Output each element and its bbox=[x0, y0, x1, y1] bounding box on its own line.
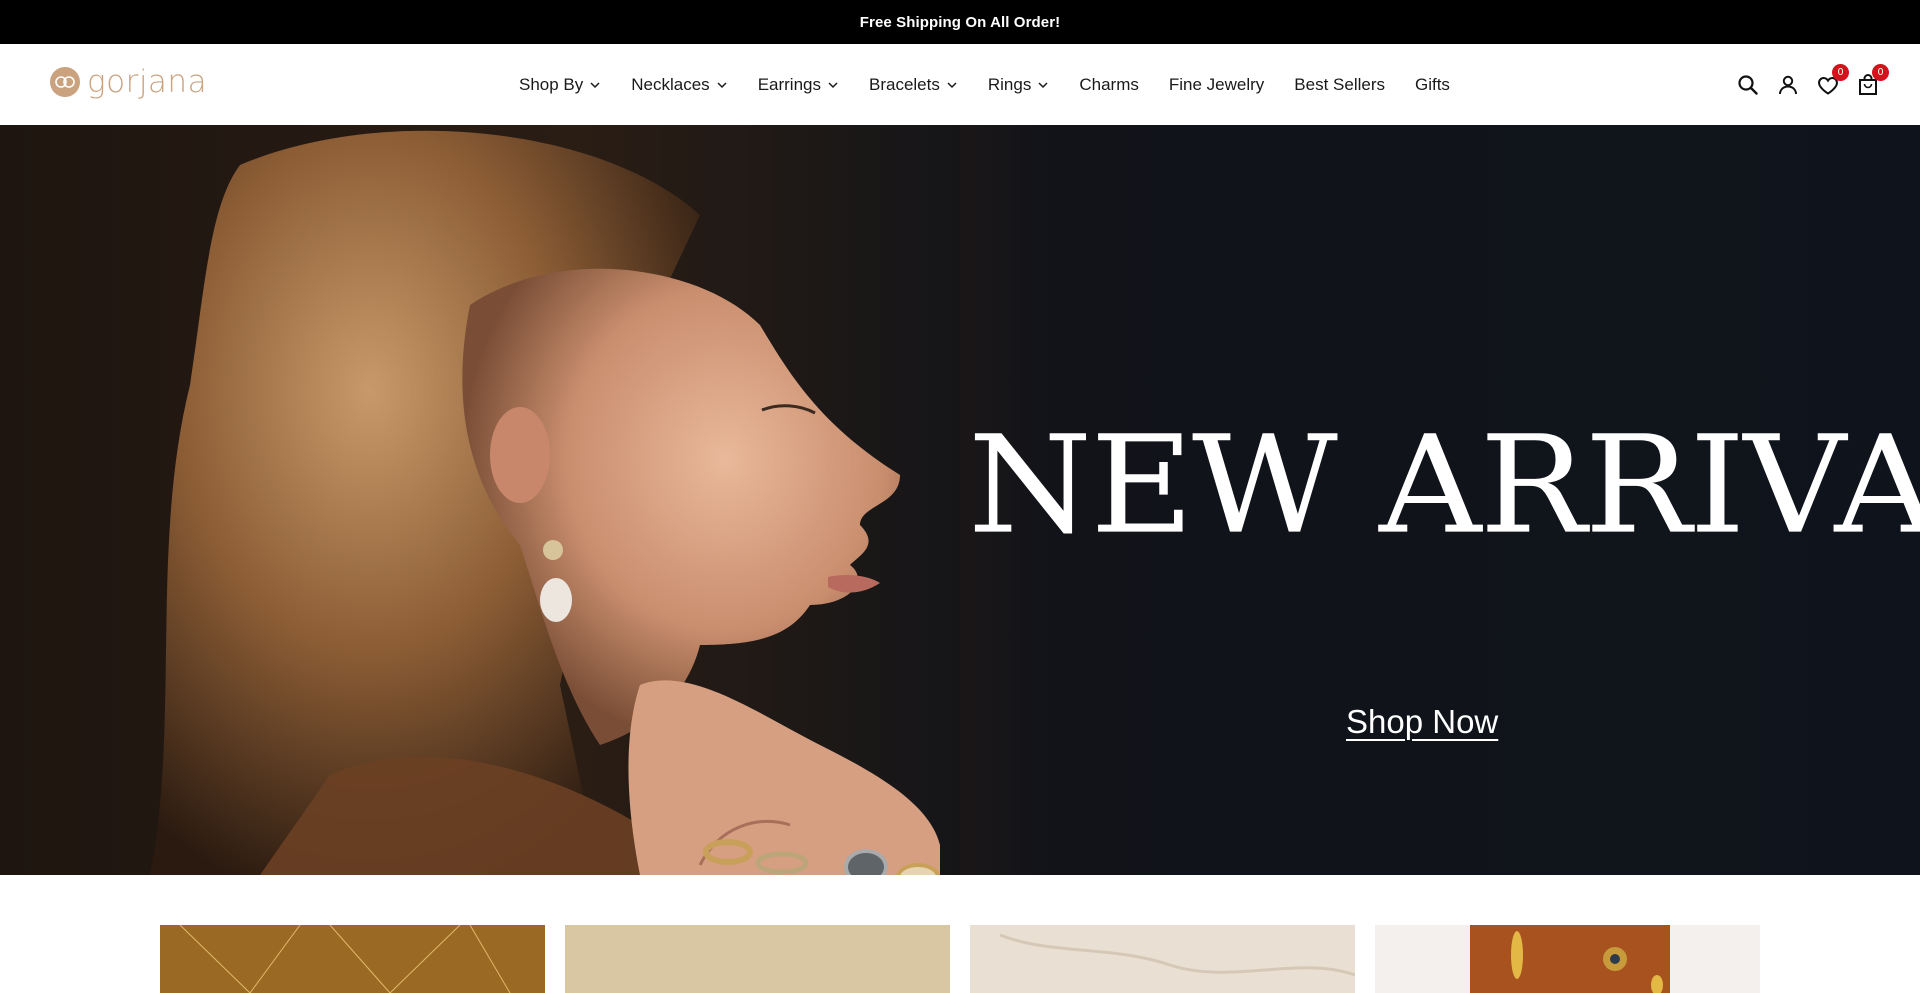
chevron-down-icon bbox=[1038, 81, 1048, 88]
search-button[interactable] bbox=[1736, 73, 1760, 97]
nav-label: Gifts bbox=[1414, 74, 1450, 94]
brand-logo[interactable]: gorjana bbox=[49, 66, 207, 98]
category-tiles bbox=[160, 925, 1760, 993]
announcement-text: Free Shipping On All Order! bbox=[859, 13, 1061, 31]
nav-item-gifts[interactable]: Gifts bbox=[1415, 75, 1450, 95]
nav-label: Fine Jewelry bbox=[1168, 74, 1265, 94]
hero-model-image bbox=[0, 125, 960, 875]
chevron-down-icon bbox=[828, 81, 838, 88]
nav-item-earrings[interactable]: Earrings bbox=[758, 75, 839, 95]
brand-name: gorjana bbox=[87, 63, 208, 100]
nav-item-rings[interactable]: Rings bbox=[988, 75, 1049, 95]
ring-image bbox=[1375, 925, 1760, 993]
nav-item-shop-by[interactable]: Shop By bbox=[519, 75, 601, 95]
nav-label: Shop By bbox=[519, 74, 584, 94]
shop-now-link[interactable]: Shop Now bbox=[1346, 703, 1498, 741]
nav-item-necklaces[interactable]: Necklaces bbox=[631, 75, 727, 95]
hero-banner[interactable]: NEW ARRIVALS Shop Now bbox=[0, 125, 1920, 875]
nav-label: Rings bbox=[987, 74, 1032, 94]
header-actions: 0 0 bbox=[1736, 44, 1889, 125]
nav-label: Earrings bbox=[757, 74, 821, 94]
logo-mark-icon bbox=[50, 67, 80, 97]
chevron-down-icon bbox=[947, 81, 957, 88]
wishlist-count-badge: 0 bbox=[1832, 63, 1849, 81]
nav-label: Necklaces bbox=[631, 74, 710, 94]
hero-headline: NEW ARRIVALS bbox=[968, 407, 1920, 564]
wishlist-button[interactable]: 0 bbox=[1816, 63, 1849, 97]
nav-label: Charms bbox=[1079, 74, 1139, 94]
account-button[interactable] bbox=[1776, 73, 1800, 97]
announcement-bar: Free Shipping On All Order! bbox=[0, 0, 1920, 44]
nav-item-fine-jewelry[interactable]: Fine Jewelry bbox=[1169, 75, 1264, 95]
nav-label: Best Sellers bbox=[1294, 74, 1385, 94]
nav-item-bracelets[interactable]: Bracelets bbox=[869, 75, 958, 95]
cart-button[interactable]: 0 bbox=[1856, 63, 1889, 97]
cart-count-badge: 0 bbox=[1872, 63, 1889, 81]
tile-earrings[interactable] bbox=[565, 925, 950, 993]
tile-bracelets[interactable] bbox=[970, 925, 1355, 993]
earring-image bbox=[565, 925, 950, 993]
chevron-down-icon bbox=[717, 81, 727, 88]
search-icon bbox=[1738, 74, 1758, 95]
user-icon bbox=[1779, 75, 1797, 94]
nav-label: Bracelets bbox=[869, 74, 940, 94]
chevron-down-icon bbox=[590, 81, 600, 88]
tile-rings[interactable] bbox=[1375, 925, 1760, 993]
main-nav: Shop By Necklaces Earrings Bracelets Rin… bbox=[519, 44, 1480, 125]
nav-item-best-sellers[interactable]: Best Sellers bbox=[1294, 75, 1385, 95]
nav-item-charms[interactable]: Charms bbox=[1079, 75, 1139, 95]
tile-necklaces[interactable] bbox=[160, 925, 545, 993]
bracelet-image bbox=[970, 925, 1355, 993]
site-header: gorjana Shop By Necklaces Earrings Brace… bbox=[0, 44, 1920, 125]
necklace-image bbox=[160, 925, 545, 993]
